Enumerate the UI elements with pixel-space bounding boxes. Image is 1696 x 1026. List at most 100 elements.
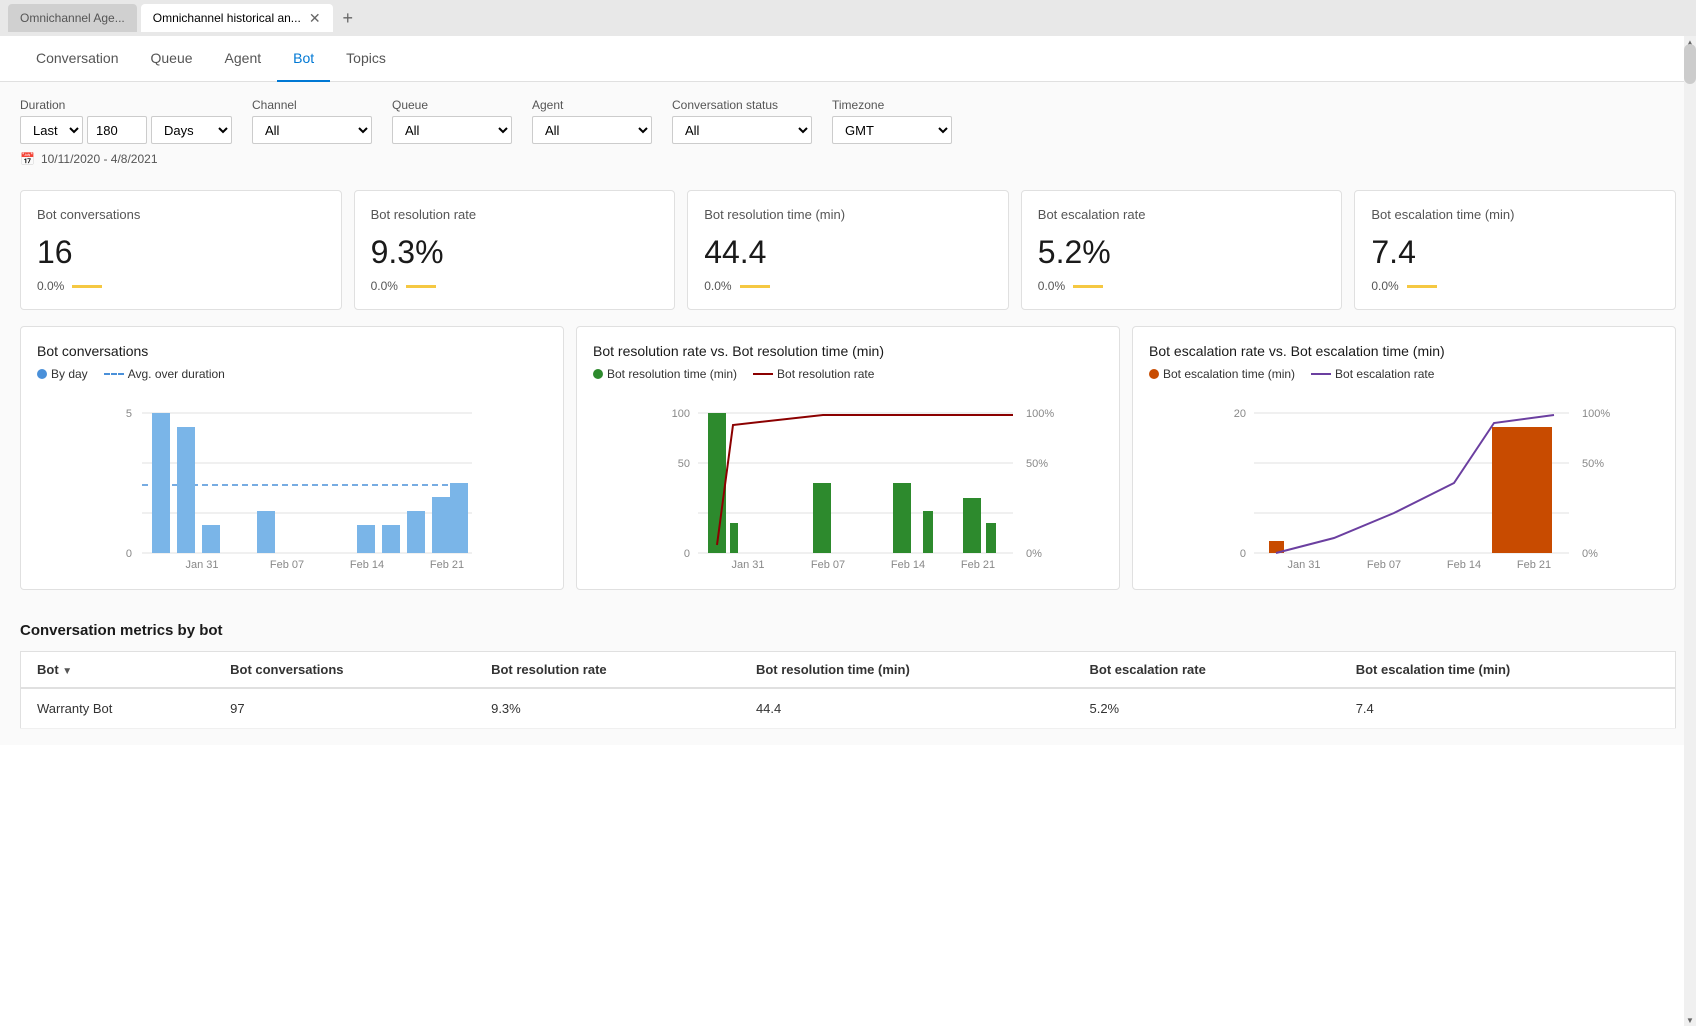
kpi-card-3: Bot escalation rate 5.2% 0.0% (1021, 190, 1343, 310)
tab-conversation[interactable]: Conversation (20, 36, 135, 82)
chart-escalation-title: Bot escalation rate vs. Bot escalation t… (1149, 343, 1659, 359)
svg-text:0: 0 (1240, 548, 1246, 560)
tab-bot[interactable]: Bot (277, 36, 330, 82)
col-bot-conversations: Bot conversations (214, 652, 475, 689)
tab-agent[interactable]: Agent (209, 36, 278, 82)
svg-text:50%: 50% (1026, 458, 1048, 470)
browser-tab-1[interactable]: Omnichannel Age... (8, 4, 137, 32)
charts-section: Bot conversations By day Avg. over durat… (0, 326, 1696, 606)
kpi-card-0: Bot conversations 16 0.0% (20, 190, 342, 310)
queue-filter: Queue All (392, 98, 512, 144)
scrollbar[interactable]: ▲ ▼ (1684, 36, 1696, 1026)
chart-escalation-area: 20 0 100% 50% 0% Jan 31 Feb 07 (1149, 393, 1659, 573)
svg-text:Jan 31: Jan 31 (1287, 559, 1320, 571)
bar-feb18 (357, 525, 375, 553)
conv-status-select[interactable]: All (672, 116, 812, 144)
col-bot[interactable]: Bot ▼ (21, 652, 215, 689)
kpi-card-1: Bot resolution rate 9.3% 0.0% (354, 190, 676, 310)
table-header: Bot ▼ Bot conversations Bot resolution r… (21, 652, 1676, 689)
svg-text:Jan 31: Jan 31 (185, 559, 218, 571)
legend-dot-blue (37, 369, 47, 379)
res-bar-jan31 (708, 413, 726, 553)
agent-filter: Agent All (532, 98, 652, 144)
browser-tab-2[interactable]: Omnichannel historical an... ✕ (141, 4, 333, 32)
svg-text:50%: 50% (1582, 458, 1604, 470)
bar-feb07 (257, 511, 275, 553)
kpi-section: Bot conversations 16 0.0% Bot resolution… (0, 174, 1696, 326)
duration-preset-select[interactable]: Last (20, 116, 83, 144)
tab-topics[interactable]: Topics (330, 36, 402, 82)
svg-text:Feb 21: Feb 21 (430, 559, 464, 571)
legend-line-red (753, 373, 773, 375)
data-table: Bot ▼ Bot conversations Bot resolution r… (20, 651, 1676, 729)
legend-resolution-time: Bot resolution time (min) (593, 367, 737, 381)
svg-text:5: 5 (126, 408, 132, 420)
svg-text:20: 20 (1234, 408, 1246, 420)
svg-text:0%: 0% (1582, 548, 1598, 560)
conv-status-filter: Conversation status All (672, 98, 812, 144)
svg-text:Feb 21: Feb 21 (961, 559, 995, 571)
esc-bar-feb21 (1492, 427, 1552, 553)
chart-bot-conversations-area: 5 0 (37, 393, 547, 573)
svg-text:0: 0 (684, 548, 690, 560)
svg-text:Feb 07: Feb 07 (811, 559, 845, 571)
duration-unit-select[interactable]: Days Weeks Months (151, 116, 232, 144)
chart-bot-conversations: Bot conversations By day Avg. over durat… (20, 326, 564, 590)
res-bar-feb14 (893, 483, 911, 553)
kpi-title-0: Bot conversations (37, 207, 325, 222)
svg-text:100%: 100% (1026, 408, 1054, 420)
filters-row: Duration Last Days Weeks Months Channel (20, 98, 1676, 144)
col-bot-resolution-time: Bot resolution time (min) (740, 652, 1074, 689)
svg-text:Feb 21: Feb 21 (1517, 559, 1551, 571)
legend-dot-orange (1149, 369, 1159, 379)
kpi-change-3: 0.0% (1038, 279, 1326, 293)
legend-dash-blue (104, 373, 124, 375)
table-body: Warranty Bot 97 9.3% 44.4 5.2% 7.4 (21, 688, 1676, 729)
duration-value-input[interactable] (87, 116, 147, 144)
kpi-value-1: 9.3% (371, 234, 659, 271)
legend-resolution-rate: Bot resolution rate (753, 367, 874, 381)
cell-bot-conversations: 97 (214, 688, 475, 729)
kpi-bar-0 (72, 285, 102, 288)
filters-section: Duration Last Days Weeks Months Channel (0, 82, 1696, 174)
kpi-card-4: Bot escalation time (min) 7.4 0.0% (1354, 190, 1676, 310)
resolution-svg: 100 50 0 100% 50% 0% (593, 393, 1103, 573)
agent-label: Agent (532, 98, 652, 112)
queue-select[interactable]: All (392, 116, 512, 144)
svg-text:Feb 07: Feb 07 (1367, 559, 1401, 571)
table-row: Warranty Bot 97 9.3% 44.4 5.2% 7.4 (21, 688, 1676, 729)
bar-jan25 (152, 413, 170, 553)
legend-dot-green (593, 369, 603, 379)
browser-tab-2-label: Omnichannel historical an... (153, 11, 301, 25)
scrollbar-thumb[interactable] (1684, 44, 1696, 84)
timezone-select[interactable]: GMT UTC EST (832, 116, 952, 144)
new-tab-button[interactable]: + (337, 8, 360, 29)
channel-label: Channel (252, 98, 372, 112)
bar-feb19 (382, 525, 400, 553)
nav-tabs: Conversation Queue Agent Bot Topics (0, 36, 1696, 82)
kpi-bar-2 (740, 285, 770, 288)
col-bot-resolution-rate: Bot resolution rate (475, 652, 740, 689)
bar-feb22 (432, 497, 450, 553)
bar-jan29 (202, 525, 220, 553)
browser-tab-1-label: Omnichannel Age... (20, 11, 125, 25)
kpi-value-0: 16 (37, 234, 325, 271)
timezone-controls: GMT UTC EST (832, 116, 952, 144)
agent-select[interactable]: All (532, 116, 652, 144)
date-range: 📅 10/11/2020 - 4/8/2021 (20, 152, 1676, 166)
table-section: Conversation metrics by bot Bot ▼ Bot co… (0, 606, 1696, 745)
kpi-title-1: Bot resolution rate (371, 207, 659, 222)
kpi-bar-3 (1073, 285, 1103, 288)
legend-escalation-time: Bot escalation time (min) (1149, 367, 1295, 381)
svg-text:Feb 07: Feb 07 (270, 559, 304, 571)
close-icon[interactable]: ✕ (309, 10, 321, 27)
tab-queue[interactable]: Queue (135, 36, 209, 82)
channel-controls: All (252, 116, 372, 144)
channel-select[interactable]: All (252, 116, 372, 144)
channel-filter: Channel All (252, 98, 372, 144)
scrollbar-down-arrow[interactable]: ▼ (1684, 1014, 1696, 1026)
calendar-icon: 📅 (20, 152, 35, 166)
conv-status-controls: All (672, 116, 812, 144)
legend-line-purple (1311, 373, 1331, 375)
res-bar-feb07 (813, 483, 831, 553)
